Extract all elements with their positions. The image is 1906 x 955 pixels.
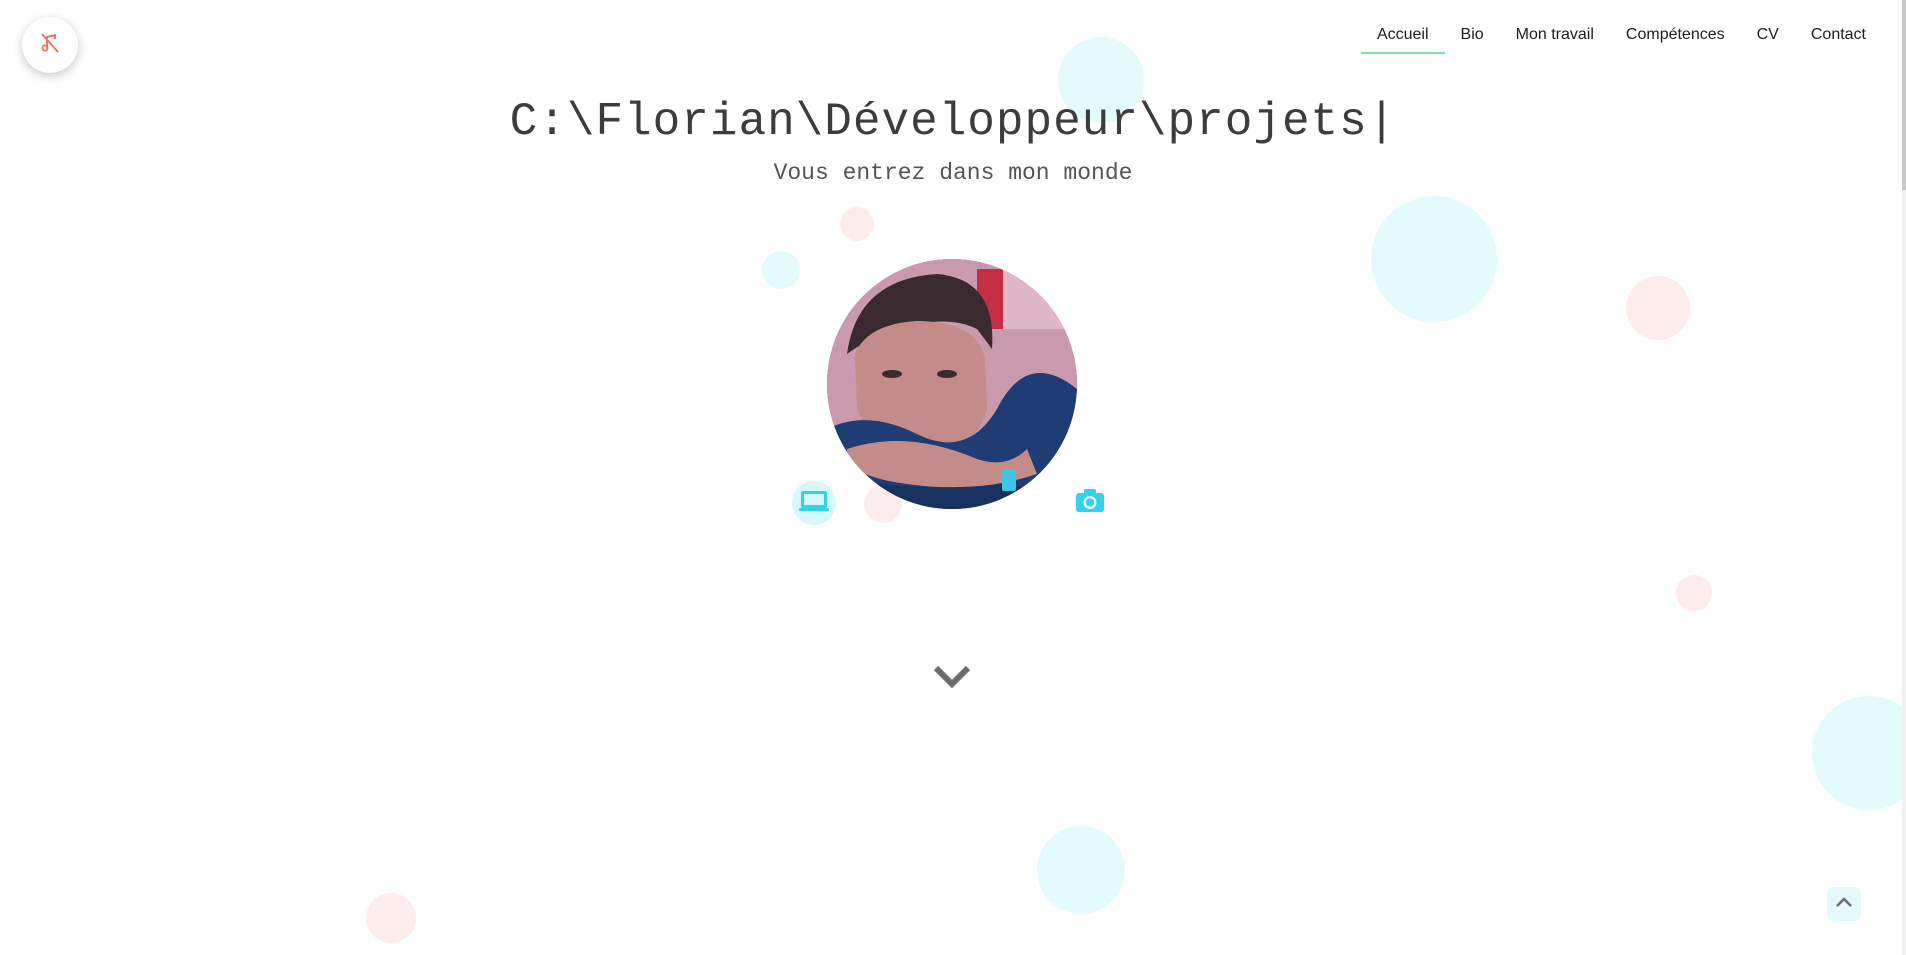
laptop-icon — [799, 489, 829, 518]
nav-item-accueil[interactable]: Accueil — [1360, 20, 1445, 54]
chevron-down-icon — [932, 665, 972, 696]
decor-bubble — [1812, 696, 1906, 810]
sound-toggle-button[interactable] — [22, 17, 78, 73]
hero-subtitle: Vous entrez dans mon monde — [773, 160, 1133, 186]
hero-title: C:\Florian\Développeur\projets| — [509, 96, 1397, 148]
camera-icon — [1075, 487, 1105, 518]
decor-bubble — [366, 893, 416, 943]
nav-item-mon-travail[interactable]: Mon travail — [1500, 20, 1610, 54]
scrollbar-thumb[interactable] — [1902, 0, 1906, 190]
scrollbar-track[interactable] — [1902, 0, 1906, 955]
camera-button[interactable] — [1074, 487, 1106, 517]
decor-bubble — [1626, 276, 1690, 340]
main-nav: Accueil Bio Mon travail Compétences CV C… — [1360, 20, 1882, 54]
nav-item-contact[interactable]: Contact — [1795, 20, 1882, 54]
chevron-up-icon — [1835, 895, 1853, 913]
avatar — [827, 259, 1077, 509]
nav-item-bio[interactable]: Bio — [1445, 20, 1500, 54]
laptop-button[interactable] — [792, 481, 836, 525]
scroll-down-button[interactable] — [932, 662, 972, 692]
music-off-icon — [40, 32, 60, 59]
nav-item-cv[interactable]: CV — [1741, 20, 1795, 54]
page: Accueil Bio Mon travail Compétences CV C… — [0, 0, 1906, 955]
decor-bubble — [1371, 196, 1497, 322]
back-to-top-button[interactable] — [1827, 887, 1861, 921]
nav-item-competences[interactable]: Compétences — [1610, 20, 1741, 54]
decor-bubble — [840, 207, 874, 241]
decor-bubble — [1676, 575, 1712, 611]
decor-bubble — [762, 251, 800, 289]
decor-bubble — [1037, 826, 1125, 914]
